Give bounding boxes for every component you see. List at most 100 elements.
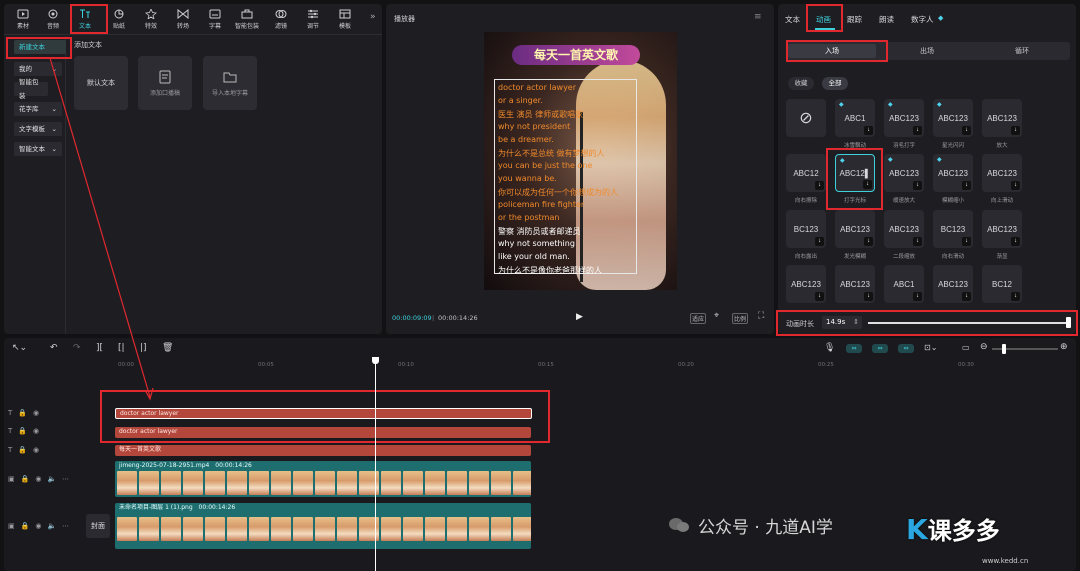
more-icon[interactable]: ⋯	[62, 522, 69, 530]
text-clip[interactable]: doctor actor lawyer	[115, 408, 532, 419]
tab-animation[interactable]: 动画	[816, 14, 831, 25]
download-icon[interactable]: ↓	[913, 237, 922, 246]
tool-filter[interactable]: 滤镜	[266, 4, 296, 34]
animation-preset[interactable]: ABC1 ↓	[884, 265, 924, 303]
player-menu-icon[interactable]: ≡	[754, 12, 762, 22]
add-script-card[interactable]: 添加口播稿	[138, 56, 192, 110]
caption-icon[interactable]: ▭	[962, 343, 970, 352]
download-icon[interactable]: ↓	[864, 237, 873, 246]
animation-preset[interactable]: ABC123 ◆ ↓	[884, 99, 924, 137]
lock-icon[interactable]: 🔒	[21, 475, 30, 483]
lock-icon[interactable]: 🔒	[18, 446, 27, 454]
sidebar-item-smart-package[interactable]: 智能包装	[14, 78, 48, 100]
zoom-slider-handle[interactable]	[1002, 344, 1006, 354]
download-icon[interactable]: ↓	[1011, 237, 1020, 246]
tool-adjust[interactable]: 调节	[298, 4, 328, 34]
sidebar-item-flower-text[interactable]: 花字库 ⌄	[14, 102, 62, 116]
ratio-button[interactable]: 比例	[732, 313, 749, 324]
zoom-out-icon[interactable]: ⊖	[980, 342, 988, 352]
auto-snap-icon[interactable]: ⇔	[872, 344, 888, 353]
split-left-icon[interactable]: [|	[118, 343, 125, 353]
download-icon[interactable]: ↓	[864, 292, 873, 301]
filter-all[interactable]: 全部	[822, 77, 848, 90]
animation-preset[interactable]: ABC123 ↓	[982, 154, 1022, 192]
animation-preset[interactable]: ABC1 ◆ ↓	[835, 99, 875, 137]
microphone-record-icon[interactable]: 🎙	[824, 343, 835, 353]
tool-smart-package[interactable]: 智能包装	[232, 4, 262, 34]
download-icon[interactable]: ↓	[815, 292, 824, 301]
tool-text[interactable]: 文本	[70, 4, 100, 34]
animation-preset[interactable]: ABC12 ↓	[786, 154, 826, 192]
filter-favorites[interactable]: 收藏	[788, 77, 814, 90]
tool-audio[interactable]: 音频	[38, 4, 68, 34]
select-tool-icon[interactable]: ↖⌄	[12, 343, 27, 353]
tab-text[interactable]: 文本	[785, 14, 800, 25]
animation-preset[interactable]: ABC123 ◆ ↓	[933, 99, 973, 137]
text-clip[interactable]: 每天一首英文歌	[115, 445, 531, 456]
tool-transition[interactable]: 转场	[168, 4, 198, 34]
animation-preset[interactable]: ABC123 ◆ ↓	[884, 154, 924, 192]
sidebar-item-smart-text[interactable]: 智能文本 ⌄	[14, 142, 62, 156]
tool-media[interactable]: 素材	[8, 4, 38, 34]
download-icon[interactable]: ↓	[913, 181, 922, 190]
download-icon[interactable]: ↓	[962, 181, 971, 190]
import-subtitle-card[interactable]: 导入本地字幕	[203, 56, 257, 110]
fullscreen-icon[interactable]: ⛶	[758, 311, 764, 321]
playhead-handle[interactable]	[372, 357, 379, 364]
tab-read-aloud[interactable]: 朗读	[879, 14, 894, 25]
download-icon[interactable]: ↓	[864, 126, 873, 135]
duration-input[interactable]: 14.9s ⇕	[822, 316, 862, 329]
video-clip[interactable]: jimeng-2025-07-18-2951.mp4 00:00:14:26	[115, 461, 531, 497]
animation-preset[interactable]: ABC123 ↓	[982, 99, 1022, 137]
split-icon[interactable]: ][	[96, 343, 103, 353]
eye-icon[interactable]: ◉	[33, 446, 39, 454]
play-button[interactable]: ▶	[576, 312, 583, 322]
split-right-icon[interactable]: |]	[140, 343, 147, 353]
image-clip[interactable]: 未命名项目-图层 1 (1).png 00:00:14:26	[115, 503, 531, 549]
download-icon[interactable]: ↓	[1011, 292, 1020, 301]
undo-icon[interactable]: ↶	[50, 343, 58, 353]
duration-slider[interactable]	[868, 322, 1070, 324]
subtab-in[interactable]: 入场	[788, 44, 876, 58]
animation-preset[interactable]: ⊘	[786, 99, 826, 137]
subtab-out[interactable]: 出场	[880, 44, 974, 58]
animation-preset[interactable]: ABC123 ↓	[835, 265, 875, 303]
animation-preset[interactable]: ABC12▌ ◆ ↓	[835, 154, 875, 192]
download-icon[interactable]: ↓	[913, 292, 922, 301]
eye-icon[interactable]: ◉	[35, 522, 41, 530]
tab-digital-human[interactable]: 数字人	[911, 14, 934, 25]
tool-subtitle[interactable]: 字幕	[200, 4, 230, 34]
lock-icon[interactable]: 🔒	[18, 409, 27, 417]
download-icon[interactable]: ↓	[863, 180, 872, 189]
eye-icon[interactable]: ◉	[33, 409, 39, 417]
duration-slider-handle[interactable]	[1066, 317, 1071, 328]
cover-button[interactable]: 封面	[86, 514, 110, 538]
tool-template[interactable]: 模板	[330, 4, 360, 34]
animation-preset[interactable]: BC12 ↓	[982, 265, 1022, 303]
tab-tracking[interactable]: 跟踪	[847, 14, 862, 25]
zoom-in-icon[interactable]: ⊕	[1060, 342, 1068, 352]
track-settings-icon[interactable]: ⊡⌄	[924, 343, 937, 352]
animation-preset[interactable]: ABC123 ↓	[786, 265, 826, 303]
focus-icon[interactable]: ⌖	[714, 311, 719, 321]
animation-preset[interactable]: ABC123 ↓	[884, 210, 924, 248]
animation-preset[interactable]: ABC123 ↓	[835, 210, 875, 248]
download-icon[interactable]: ↓	[962, 292, 971, 301]
lock-icon[interactable]: 🔒	[21, 522, 30, 530]
tool-effects[interactable]: 特效	[136, 4, 166, 34]
lock-icon[interactable]: 🔒	[18, 427, 27, 435]
download-icon[interactable]: ↓	[815, 237, 824, 246]
redo-icon[interactable]: ↷	[73, 343, 81, 353]
download-icon[interactable]: ↓	[1011, 181, 1020, 190]
playhead[interactable]	[375, 358, 376, 571]
sidebar-item-text-template[interactable]: 文字模板 ⌄	[14, 122, 62, 136]
delete-icon[interactable]: 🗑	[162, 343, 173, 353]
animation-preset[interactable]: ABC123 ↓	[982, 210, 1022, 248]
more-icon[interactable]: ⋯	[62, 475, 69, 483]
animation-preset[interactable]: ABC123 ↓	[933, 265, 973, 303]
sidebar-item-new-text[interactable]: 新建文本	[14, 40, 66, 54]
download-icon[interactable]: ↓	[815, 181, 824, 190]
preview-axis-icon[interactable]: ⇔	[898, 344, 914, 353]
download-icon[interactable]: ↓	[1011, 126, 1020, 135]
fit-button[interactable]: 适应	[690, 313, 707, 324]
